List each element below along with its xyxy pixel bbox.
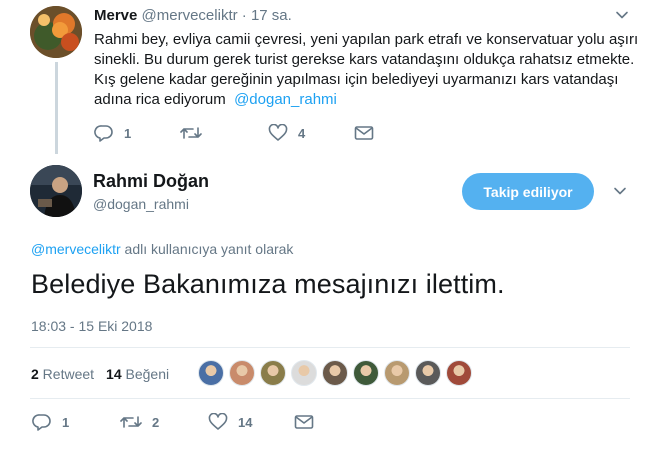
avatar-merve[interactable] [30, 6, 82, 58]
retweet-icon [120, 416, 142, 428]
reply-button[interactable]: 1 [32, 413, 120, 431]
separator: · [241, 7, 247, 24]
tweet-text-line: Rahmi bey, evliya camii çevresi, yeni ya… [94, 31, 639, 48]
like-stat-number: 14 [106, 366, 122, 382]
message-icon [354, 126, 374, 140]
like-count: 4 [298, 125, 306, 141]
like-icon [208, 413, 228, 430]
parent-tweet-header: Merve @merveceliktr · 17 sa. [94, 7, 292, 24]
main-tweet-actions: 1 2 14 [32, 413, 314, 431]
mention-link[interactable]: @dogan_rahmi [234, 91, 337, 108]
tweet-timestamp[interactable]: 18:03 - 15 Eki 2018 [31, 318, 152, 334]
tweet-text: Belediye Bakanımıza mesajınızı ilettim. [31, 269, 505, 299]
liker-avatar[interactable] [322, 360, 348, 386]
tweet-text-line: adına rica ediyorum @dogan_rahmi [94, 90, 639, 110]
like-count: 14 [238, 414, 253, 430]
likers-avatars [198, 360, 477, 386]
retweet-icon [180, 127, 202, 139]
parent-tweet: Merve @merveceliktr · 17 sa. Rahmi bey, … [0, 0, 650, 160]
liker-avatar[interactable] [229, 360, 255, 386]
author-name[interactable]: Rahmi Doğan [93, 171, 209, 192]
retweet-stat-label: Retweet [38, 366, 95, 382]
tweet-time[interactable]: 17 sa. [251, 7, 292, 24]
following-button[interactable]: Takip ediliyor [462, 173, 594, 210]
retweet-count: 2 [152, 414, 160, 430]
retweet-button[interactable]: 2 [120, 413, 208, 431]
liker-avatar[interactable] [384, 360, 410, 386]
liker-avatar[interactable] [415, 360, 441, 386]
like-button[interactable]: 14 [208, 413, 294, 431]
tweet-text-line: sinekli. Bu durum gerek turist gerekse k… [94, 51, 635, 68]
direct-message-button[interactable] [354, 125, 374, 141]
divider [30, 347, 630, 348]
like-stat[interactable]: 14 Beğeni [106, 366, 169, 382]
reply-count: 1 [124, 125, 132, 141]
like-button[interactable]: 4 [268, 124, 354, 142]
reply-count: 1 [62, 414, 70, 430]
like-icon [268, 124, 288, 141]
reply-icon [32, 414, 51, 431]
retweet-stat[interactable]: 2 Retweet [31, 366, 94, 382]
reply-context: @merveceliktr adlı kullanıcıya yanıt ola… [31, 241, 293, 257]
divider [30, 398, 630, 399]
author-handle[interactable]: @merveceliktr [142, 7, 238, 24]
reply-button[interactable]: 1 [94, 124, 180, 142]
chevron-down-icon[interactable] [613, 184, 627, 198]
like-stat-label: Beğeni [121, 366, 170, 382]
retweet-stat-number: 2 [31, 366, 39, 382]
reply-context-text: adlı kullanıcıya yanıt olarak [120, 241, 294, 257]
reply-to-mention[interactable]: @merveceliktr [31, 241, 121, 257]
chevron-down-icon[interactable] [615, 8, 629, 22]
message-icon [294, 415, 314, 429]
avatar-image [30, 165, 82, 217]
author-handle[interactable]: @dogan_rahmi [93, 196, 189, 212]
retweet-button[interactable] [180, 124, 268, 142]
parent-tweet-text: Rahmi bey, evliya camii çevresi, yeni ya… [94, 30, 639, 110]
author-name[interactable]: Merve [94, 7, 137, 24]
parent-tweet-actions: 1 4 [94, 124, 374, 142]
direct-message-button[interactable] [294, 414, 314, 430]
liker-avatar[interactable] [198, 360, 224, 386]
tweet-stats: 2 Retweet 14 Beğeni [31, 366, 169, 382]
avatar-image [30, 6, 82, 58]
thread-line [55, 62, 58, 154]
reply-icon [94, 125, 113, 142]
liker-avatar[interactable] [446, 360, 472, 386]
liker-avatar[interactable] [291, 360, 317, 386]
tweet-text-line: Kış gelene kadar gereğinin yapılması içi… [94, 71, 619, 88]
avatar-rahmi[interactable] [30, 165, 82, 217]
liker-avatar[interactable] [353, 360, 379, 386]
tweet-text-segment: adına rica ediyorum [94, 91, 226, 108]
liker-avatar[interactable] [260, 360, 286, 386]
